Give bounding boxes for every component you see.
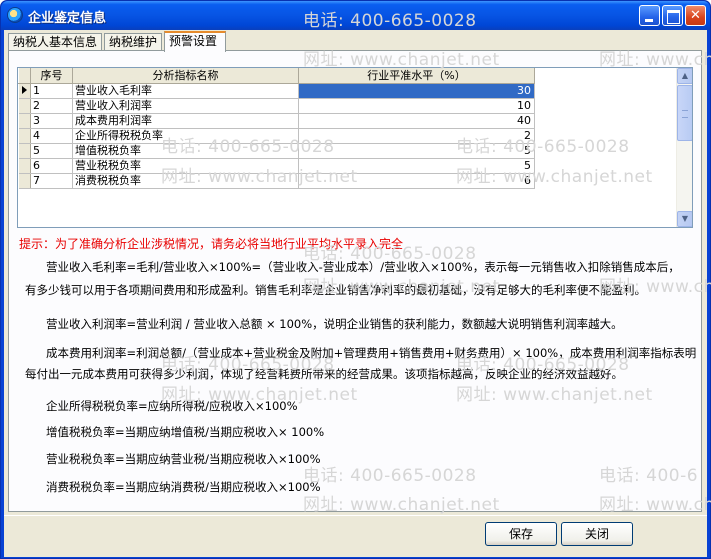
cell-indicator-name[interactable]: 企业所得税税负率 — [72, 128, 299, 144]
row-indicator — [18, 143, 31, 159]
minimize-button[interactable] — [639, 5, 660, 26]
row-indicator-header — [18, 68, 31, 84]
desc-gross-margin-2: 有多少钱可以用于各项期间费用和形成盈利。销售毛利率是企业销售净利率的最初基础，没… — [25, 283, 646, 297]
cell-no[interactable]: 1 — [30, 83, 73, 99]
tab-taxpayer-basic-info[interactable]: 纳税人基本信息 — [8, 33, 102, 51]
cell-indicator-name[interactable]: 营业收入利润率 — [72, 98, 299, 114]
cell-industry-level[interactable]: 10 — [298, 98, 535, 114]
cell-no[interactable]: 3 — [30, 113, 73, 129]
desc-consumption-tax-burden: 消费税税负率=当期应纳消费税/当期应税收入×100% — [46, 480, 321, 494]
close-window-button[interactable]: ✕ — [685, 5, 706, 26]
app-window: 企业鉴定信息 ✕ 纳税人基本信息 纳税维护 预警设置 序号 分析指标名称 行业平… — [0, 0, 711, 559]
table-header-row: 序号 分析指标名称 行业平准水平（%） — [18, 68, 535, 84]
desc-cost-profit-margin-2: 每付出一元成本费用可获得多少利润，体现了经营耗费所带来的经营成果。该项指标越高，… — [25, 367, 623, 381]
table-row[interactable]: 2 营业收入利润率 10 — [18, 98, 535, 114]
save-button[interactable]: 保存 — [485, 522, 557, 546]
table-row[interactable]: 6 营业税税负率 5 — [18, 158, 535, 174]
cell-no[interactable]: 6 — [30, 158, 73, 174]
row-indicator — [18, 158, 31, 174]
title-bar[interactable]: 企业鉴定信息 ✕ — [1, 1, 710, 30]
scroll-up-icon[interactable]: ▲ — [677, 68, 692, 84]
table-row[interactable]: 3 成本费用利润率 40 — [18, 113, 535, 129]
cell-no[interactable]: 2 — [30, 98, 73, 114]
column-header-no[interactable]: 序号 — [30, 68, 73, 84]
tab-tax-maintenance[interactable]: 纳税维护 — [104, 33, 162, 51]
desc-income-tax-burden: 企业所得税税负率=应纳所得税/应税收入×100% — [46, 399, 298, 413]
desc-gross-margin-1: 营业收入毛利率=毛利/营业收入×100%=（营业收入-营业成本）/营业收入×10… — [46, 260, 680, 274]
close-icon: ✕ — [690, 8, 701, 23]
table-row[interactable]: 1 营业收入毛利率 30 — [18, 83, 535, 99]
maximize-button[interactable] — [662, 5, 683, 26]
table-row[interactable]: 4 企业所得税税负率 2 — [18, 128, 535, 144]
grid-vertical-scrollbar[interactable]: ▲ ▼ — [676, 68, 692, 227]
cell-industry-level[interactable]: 30 — [298, 83, 535, 99]
column-header-industry-level[interactable]: 行业平准水平（%） — [298, 68, 535, 84]
row-indicator — [18, 98, 31, 114]
cell-no[interactable]: 5 — [30, 143, 73, 159]
desc-business-tax-burden: 营业税税负率=当期应纳营业税/当期应税收入×100% — [46, 452, 321, 466]
cell-indicator-name[interactable]: 增值税税负率 — [72, 143, 299, 159]
cell-no[interactable]: 4 — [30, 128, 73, 144]
desc-operating-profit-margin: 营业收入利润率=营业利润 / 营业收入总额 × 100%，说明企业销售的获利能力… — [46, 317, 623, 331]
current-row-arrow-icon — [18, 83, 31, 99]
cell-industry-level[interactable]: 6 — [298, 173, 535, 189]
row-indicator — [18, 173, 31, 189]
scroll-thumb[interactable] — [677, 85, 692, 141]
cell-indicator-name[interactable]: 成本费用利润率 — [72, 113, 299, 129]
table-row[interactable]: 7 消费税税负率 6 — [18, 173, 535, 189]
hint-text: 提示：为了准确分析企业涉税情况，请务必将当地行业平均水平录入完全 — [19, 237, 404, 251]
scroll-down-icon[interactable]: ▼ — [677, 211, 692, 227]
cell-industry-level[interactable]: 40 — [298, 113, 535, 129]
client-area: 纳税人基本信息 纳税维护 预警设置 序号 分析指标名称 行业平准水平（%） 1 … — [4, 30, 707, 557]
cell-industry-level[interactable]: 5 — [298, 158, 535, 174]
cell-indicator-name[interactable]: 消费税税负率 — [72, 173, 299, 189]
app-icon — [7, 7, 23, 23]
window-title: 企业鉴定信息 — [28, 11, 107, 26]
row-indicator — [18, 113, 31, 129]
indicator-grid: 序号 分析指标名称 行业平准水平（%） 1 营业收入毛利率 30 2 营业收入利… — [17, 67, 693, 228]
cell-industry-level[interactable]: 5 — [298, 143, 535, 159]
cell-no[interactable]: 7 — [30, 173, 73, 189]
row-indicator — [18, 128, 31, 144]
desc-vat-burden: 增值税税负率=当期应纳增值税/当期应税收入× 100% — [46, 425, 325, 439]
tab-panel: 序号 分析指标名称 行业平准水平（%） 1 营业收入毛利率 30 2 营业收入利… — [8, 50, 702, 512]
desc-cost-profit-margin-1: 成本费用利润率=利润总额/（营业成本+营业税金及附加+管理费用+销售费用+财务费… — [46, 346, 697, 360]
table-row[interactable]: 5 增值税税负率 5 — [18, 143, 535, 159]
close-button[interactable]: 关闭 — [561, 522, 633, 546]
cell-indicator-name[interactable]: 营业税税负率 — [72, 158, 299, 174]
column-header-indicator-name[interactable]: 分析指标名称 — [72, 68, 299, 84]
indicator-table: 序号 分析指标名称 行业平准水平（%） 1 营业收入毛利率 30 2 营业收入利… — [18, 68, 535, 189]
tab-warning-settings[interactable]: 预警设置 — [164, 31, 226, 52]
cell-industry-level[interactable]: 2 — [298, 128, 535, 144]
button-bar: 保存 关闭 — [4, 515, 707, 557]
cell-indicator-name[interactable]: 营业收入毛利率 — [72, 83, 299, 99]
